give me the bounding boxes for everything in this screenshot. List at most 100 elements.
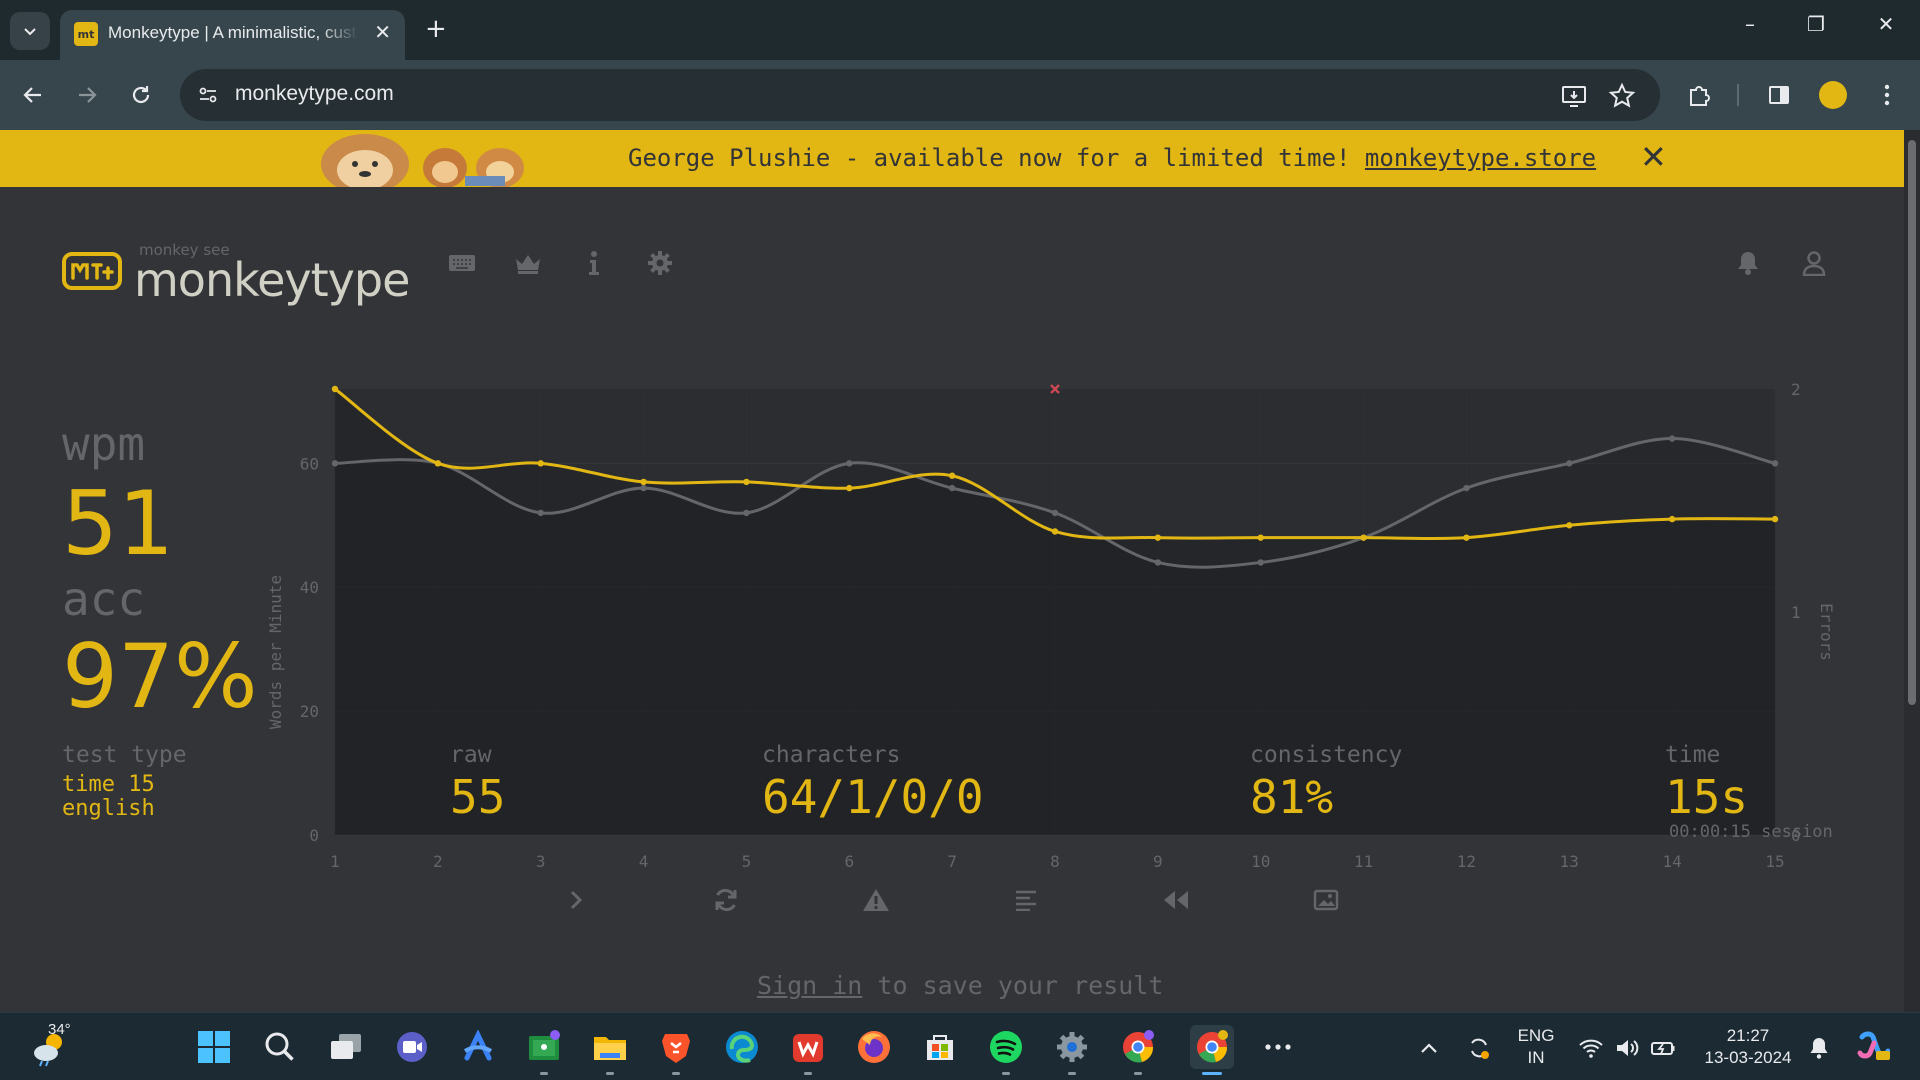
browser-tab-active[interactable]: mt Monkeytype | A minimalistic, customiz…	[60, 10, 405, 60]
store-icon	[927, 1035, 953, 1060]
raw-point	[640, 484, 647, 492]
chrome-active-button[interactable]	[1190, 1025, 1234, 1075]
practice-missed-button[interactable]	[858, 882, 894, 918]
monkeytype-favicon: mt	[74, 22, 98, 46]
browser-tab-bar: mt Monkeytype | A minimalistic, customiz…	[0, 0, 1920, 60]
wpm-label: wpm	[62, 417, 146, 471]
meet-app-button[interactable]	[390, 1025, 434, 1069]
forward-button[interactable]	[70, 78, 104, 112]
puzzle-icon	[1690, 86, 1710, 106]
profile-button[interactable]	[1816, 78, 1850, 112]
tab-close-icon[interactable]: ✕	[374, 20, 391, 44]
session-time: 00:00:15 session	[1669, 822, 1833, 842]
chrome-profile-button[interactable]	[1116, 1025, 1160, 1075]
page-scrollbar[interactable]	[1904, 130, 1920, 1012]
raw-point	[1257, 559, 1264, 566]
tab-title: Monkeytype | A minimalistic, customizabl…	[108, 23, 358, 42]
new-tab-button[interactable]: +	[425, 14, 447, 44]
battery-icon[interactable]	[1650, 1035, 1676, 1061]
notification-bell-icon[interactable]	[1806, 1035, 1832, 1061]
extensions-button[interactable]	[1682, 78, 1716, 112]
notifications-button[interactable]	[1732, 247, 1764, 279]
wps-office-button[interactable]	[786, 1025, 830, 1075]
volume-icon[interactable]	[1614, 1035, 1640, 1061]
refresh-icon	[715, 888, 737, 912]
test-type-mode: time 15	[62, 772, 155, 797]
toolbar-divider	[1737, 84, 1739, 106]
spotify-app-button[interactable]	[984, 1025, 1028, 1075]
task-view-button[interactable]	[324, 1025, 368, 1069]
warning-icon	[863, 889, 889, 911]
nav-test-button[interactable]	[446, 247, 478, 279]
acc-label: acc	[62, 572, 146, 626]
start-button[interactable]	[192, 1025, 236, 1069]
watch-replay-button[interactable]	[1158, 882, 1194, 918]
acc-value: 97%	[62, 625, 258, 728]
scrollbar-thumb[interactable]	[1908, 140, 1916, 705]
brave-app-button[interactable]	[654, 1025, 698, 1075]
more-horiz-icon	[1265, 1044, 1291, 1050]
close-window-button[interactable]: ✕	[1866, 12, 1906, 36]
side-panel-button[interactable]	[1762, 78, 1796, 112]
chevron-up-icon[interactable]	[1416, 1035, 1442, 1061]
signin-link[interactable]: Sign in	[757, 971, 862, 1000]
settings-app-button[interactable]	[1050, 1025, 1094, 1075]
arc-browser-icon	[463, 1030, 493, 1061]
store-app-button[interactable]	[918, 1025, 962, 1069]
browser-menu-button[interactable]	[1870, 78, 1904, 112]
y2-axis-label: Errors	[1817, 603, 1836, 661]
save-screenshot-button[interactable]	[1308, 882, 1344, 918]
file-explorer-button[interactable]	[588, 1025, 632, 1075]
site-settings-icon[interactable]	[196, 83, 220, 107]
raw-value: 55	[450, 770, 506, 824]
words-history-button[interactable]	[1008, 882, 1044, 918]
user-icon	[1802, 251, 1826, 276]
taskbar-search-button[interactable]	[258, 1025, 302, 1069]
wpm-point	[640, 478, 647, 486]
more-apps-button[interactable]	[1256, 1025, 1300, 1069]
raw-label: raw	[450, 742, 492, 768]
x-tick-label: 8	[1050, 852, 1060, 871]
chevron-right-icon	[570, 890, 583, 910]
brave-lion-icon	[662, 1034, 690, 1063]
test-type-language: english	[62, 796, 155, 821]
info-icon	[589, 251, 599, 275]
nav-about-button[interactable]	[578, 247, 610, 279]
restore-button[interactable]: ❐	[1796, 12, 1836, 36]
classroom-app-button[interactable]	[522, 1025, 566, 1075]
tab-search-button[interactable]	[10, 12, 50, 50]
chevron-down-icon	[24, 28, 36, 36]
reload-button[interactable]	[124, 78, 158, 112]
repeat-test-button[interactable]	[708, 882, 744, 918]
wifi-icon[interactable]	[1578, 1035, 1604, 1061]
language-indicator[interactable]: ENG IN	[1516, 1025, 1556, 1069]
wpm-point	[1051, 528, 1059, 535]
nav-leaderboard-button[interactable]	[512, 247, 544, 279]
firefox-app-button[interactable]	[852, 1025, 896, 1069]
wpm-point	[1566, 522, 1573, 529]
clock-time: 21:27	[1726, 1026, 1770, 1045]
minimize-button[interactable]: –	[1730, 12, 1770, 36]
test-type-label: test type	[62, 742, 187, 768]
sync-icon[interactable]	[1466, 1035, 1492, 1061]
install-app-icon[interactable]	[1560, 82, 1588, 110]
raw-point	[1051, 509, 1059, 517]
task-view-icon	[331, 1034, 361, 1059]
arrow-right-icon	[79, 87, 97, 103]
clock[interactable]: 21:27 13-03-2024	[1692, 1025, 1804, 1069]
arc-app-button[interactable]	[456, 1025, 500, 1069]
copilot-icon[interactable]	[1856, 1029, 1890, 1063]
raw-point	[331, 460, 339, 467]
wpm-point	[434, 460, 442, 467]
url-text[interactable]: monkeytype.com	[235, 82, 394, 106]
account-button[interactable]	[1798, 247, 1830, 279]
bookmark-star-icon[interactable]	[1608, 82, 1636, 110]
store-link[interactable]: monkeytype.store	[1365, 144, 1596, 172]
address-bar[interactable]: monkeytype.com	[180, 69, 1660, 121]
banner-close-icon[interactable]: ✕	[1640, 138, 1667, 176]
back-button[interactable]	[16, 78, 50, 112]
edge-app-button[interactable]	[720, 1025, 764, 1069]
nav-settings-button[interactable]	[644, 247, 676, 279]
windows-taskbar: 34° ENG IN 21:27 13-03-2024	[0, 1012, 1920, 1080]
next-test-button[interactable]	[558, 882, 594, 918]
